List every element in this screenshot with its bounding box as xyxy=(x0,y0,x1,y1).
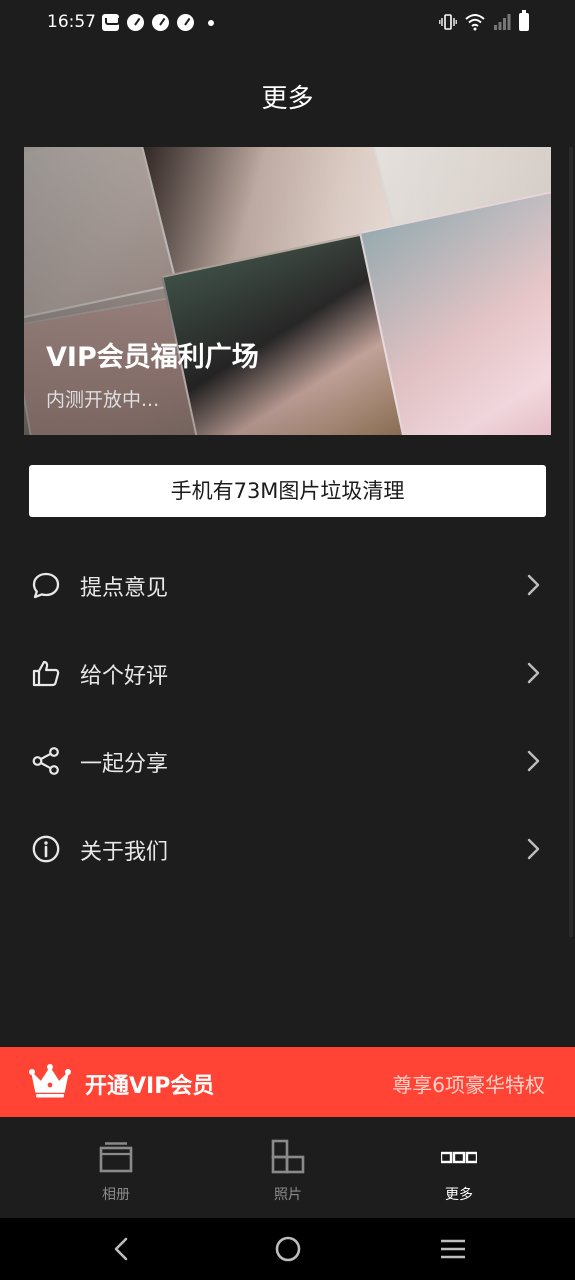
chevron-right-icon xyxy=(527,662,540,684)
status-time: 16:57 xyxy=(47,12,96,32)
crown-icon xyxy=(29,1064,71,1098)
menu-label: 关于我们 xyxy=(80,840,169,865)
page-title: 更多 xyxy=(261,84,314,114)
vip-subtitle: 尊享6项豪华特权 xyxy=(392,1073,545,1097)
photos-grid-icon xyxy=(271,1139,305,1174)
status-bar: 16:57 xyxy=(0,0,575,48)
vibrate-icon xyxy=(439,14,457,30)
banner-title: VIP会员福利广场 xyxy=(46,342,259,373)
tab-album[interactable]: 相册 xyxy=(56,1117,176,1218)
chat-bubble-icon xyxy=(32,572,60,599)
home-icon[interactable] xyxy=(274,1235,302,1263)
recents-icon[interactable] xyxy=(439,1235,467,1263)
speedometer-icon xyxy=(127,14,144,31)
dot-icon xyxy=(208,19,214,26)
bottom-nav: 相册 照片 更多 xyxy=(0,1117,575,1218)
menu-label: 一起分享 xyxy=(80,752,169,777)
chevron-right-icon xyxy=(527,750,540,772)
mail-icon xyxy=(102,14,120,31)
notification-icons xyxy=(102,14,214,31)
menu-item-share[interactable]: 一起分享 xyxy=(0,717,575,805)
vip-label: 开通VIP会员 xyxy=(85,1074,215,1099)
menu-item-rate[interactable]: 给个好评 xyxy=(0,629,575,717)
menu-item-feedback[interactable]: 提点意见 xyxy=(0,541,575,629)
system-nav-bar xyxy=(0,1218,575,1280)
system-status-icons xyxy=(439,10,529,31)
menu-label: 给个好评 xyxy=(80,664,169,689)
signal-icon xyxy=(494,14,511,30)
more-dots-icon xyxy=(441,1151,477,1164)
battery-icon xyxy=(519,10,529,31)
share-icon xyxy=(32,747,59,775)
chevron-right-icon xyxy=(527,838,540,860)
album-icon xyxy=(99,1142,133,1173)
tab-label: 相册 xyxy=(102,1187,130,1203)
banner-subtitle: 内测开放中... xyxy=(46,389,160,411)
open-vip-banner[interactable]: 开通VIP会员 尊享6项豪华特权 xyxy=(0,1047,575,1117)
tab-photos[interactable]: 照片 xyxy=(228,1117,348,1218)
chevron-right-icon xyxy=(527,574,540,596)
tab-label: 更多 xyxy=(445,1187,473,1203)
wifi-icon xyxy=(465,14,485,31)
speedometer-icon xyxy=(177,14,194,31)
menu-item-about[interactable]: 关于我们 xyxy=(0,805,575,893)
tab-label: 照片 xyxy=(274,1187,302,1203)
vip-benefits-banner[interactable]: VIP会员福利广场 内测开放中... xyxy=(24,147,551,435)
back-icon[interactable] xyxy=(108,1235,136,1263)
tab-more[interactable]: 更多 xyxy=(399,1117,519,1218)
junk-clean-button[interactable]: 手机有73M图片垃圾清理 xyxy=(29,465,546,517)
speedometer-icon xyxy=(152,14,169,31)
thumbs-up-icon xyxy=(32,660,60,687)
info-icon xyxy=(32,835,60,863)
menu-label: 提点意见 xyxy=(80,576,169,601)
